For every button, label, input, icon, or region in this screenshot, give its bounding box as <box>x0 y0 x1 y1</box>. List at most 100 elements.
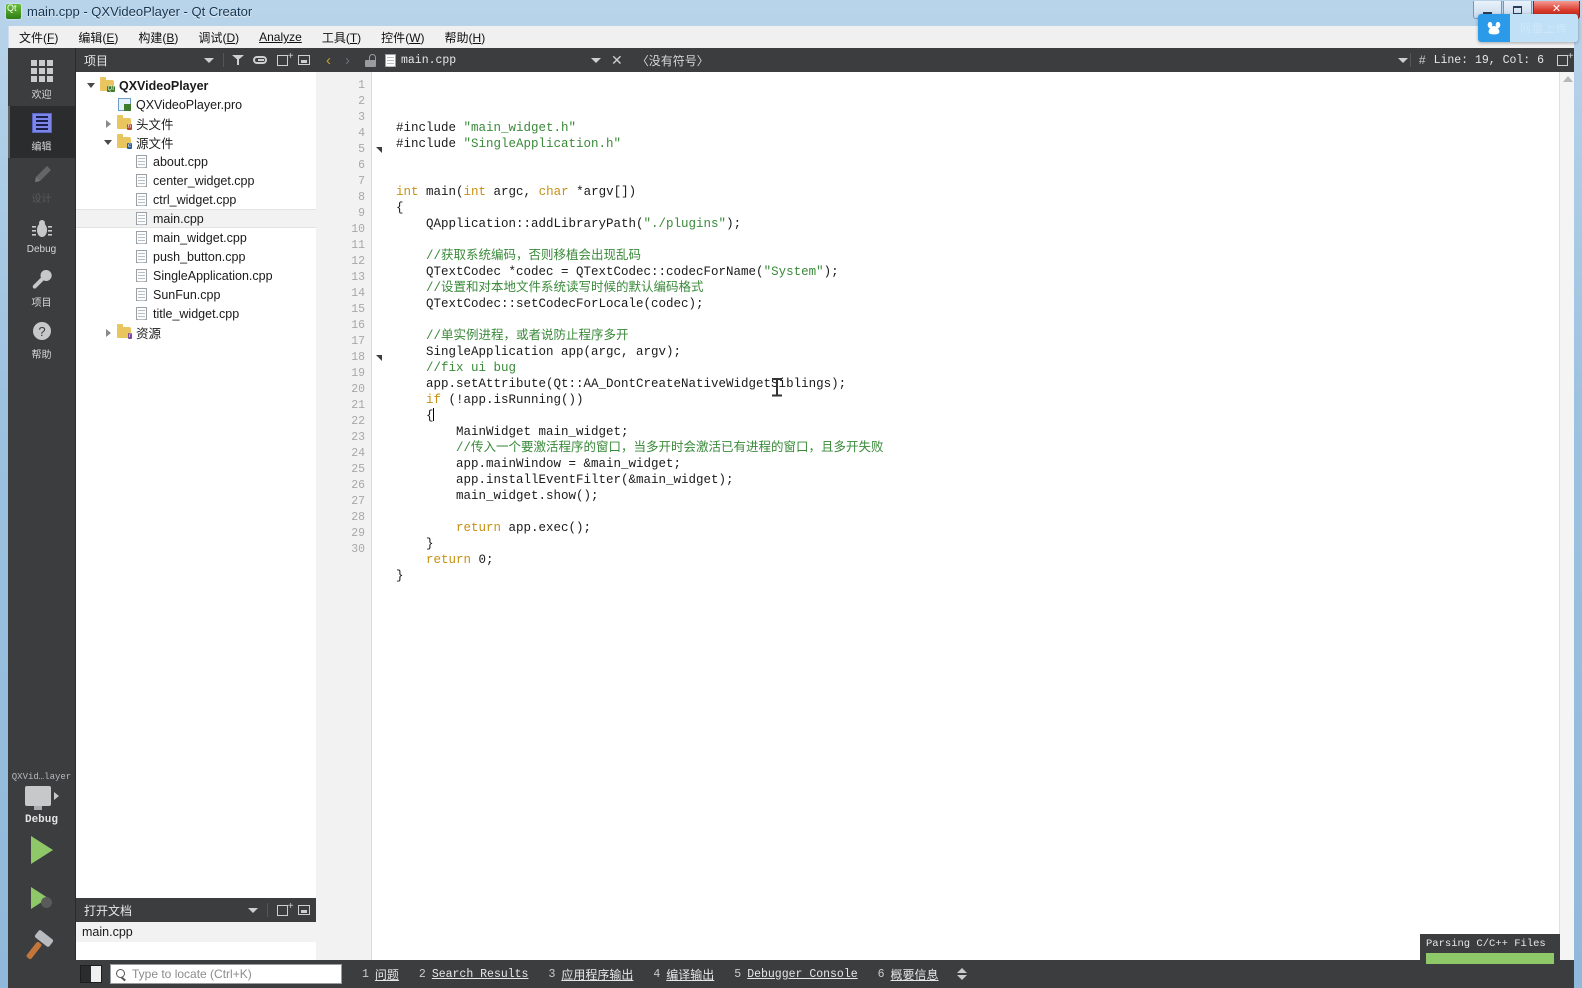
fold-marker[interactable] <box>372 350 386 366</box>
mode-projects[interactable]: 项目 <box>8 262 75 314</box>
fold-marker[interactable] <box>372 206 386 222</box>
fold-marker[interactable] <box>372 142 386 158</box>
fold-marker[interactable] <box>372 446 386 462</box>
fold-marker[interactable] <box>372 334 386 350</box>
chevron-down-icon[interactable] <box>591 57 601 63</box>
fold-marker[interactable] <box>372 542 386 558</box>
code-view[interactable]: 1 2 3 4 5 6 7 8 9 10 11 12 13 14 15 16 17 18 19 20 21 22 23 24 2… <box>316 72 1574 980</box>
output-pane-button[interactable]: 5 Debugger Console <box>724 968 867 981</box>
filter-icon[interactable] <box>230 52 246 68</box>
updown-arrows-icon[interactable] <box>956 968 967 980</box>
fold-marker[interactable] <box>372 318 386 334</box>
menu-debug[interactable]: 调试(D) <box>188 27 249 48</box>
source-code[interactable]: #include "main_widget.h" #include "Single… <box>386 72 1559 980</box>
mode-projects-label: 项目 <box>31 298 52 309</box>
fold-marker[interactable] <box>372 526 386 542</box>
fold-marker[interactable] <box>372 254 386 270</box>
output-pane-button[interactable]: 4 编译输出 <box>643 966 724 983</box>
output-pane-button[interactable]: 2 Search Results <box>409 968 539 981</box>
fold-marker[interactable] <box>372 414 386 430</box>
menu-tools[interactable]: 工具(T) <box>312 27 371 48</box>
fold-marker[interactable] <box>372 478 386 494</box>
fold-marker[interactable] <box>372 110 386 126</box>
editor-document-selector[interactable]: main.cpp <box>385 53 585 67</box>
tree-twisty[interactable] <box>101 140 115 145</box>
kit-selector[interactable]: QXVid…layer Debug <box>8 772 75 980</box>
tree-item[interactable]: main_widget.cpp <box>76 228 316 247</box>
fold-marker[interactable] <box>372 190 386 206</box>
chevron-down-icon[interactable] <box>245 902 261 918</box>
locator-input[interactable]: Type to locate (Ctrl+K) <box>110 964 342 984</box>
fold-marker[interactable] <box>372 366 386 382</box>
output-pane-button[interactable]: 3 应用程序输出 <box>538 966 643 983</box>
fold-marker-column[interactable] <box>372 72 386 980</box>
output-pane-button[interactable]: 1 问题 <box>352 966 409 983</box>
fold-marker[interactable] <box>372 494 386 510</box>
menu-file[interactable]: 文件(F) <box>9 27 68 48</box>
split-icon[interactable] <box>274 901 293 918</box>
link-icon[interactable] <box>252 52 268 68</box>
menu-analyze[interactable]: Analyze <box>249 28 312 46</box>
debug-button[interactable] <box>8 874 75 922</box>
menu-widgets[interactable]: 控件(W) <box>371 27 434 48</box>
fold-marker[interactable] <box>372 270 386 286</box>
tree-twisty[interactable] <box>101 328 115 337</box>
toggle-sidebar-icon[interactable] <box>80 965 102 983</box>
line-col-indicator[interactable]: Line: 19, Col: 6 <box>1434 54 1552 67</box>
fold-marker[interactable] <box>372 510 386 526</box>
fold-marker[interactable] <box>372 126 386 142</box>
project-tree[interactable]: Qt QXVideoPlayer QXVideoPlayer.pro h 头文件 c 源文件… <box>76 72 316 898</box>
tree-twisty[interactable] <box>101 119 115 128</box>
collapse-icon[interactable] <box>296 902 312 918</box>
tree-item[interactable]: r 资源 <box>76 323 316 342</box>
fold-marker[interactable] <box>372 302 386 318</box>
unlocked-icon[interactable] <box>364 53 377 67</box>
tree-item[interactable]: push_button.cpp <box>76 247 316 266</box>
run-button[interactable] <box>8 826 75 874</box>
menu-edit[interactable]: 编辑(E) <box>68 27 128 48</box>
mode-debug[interactable]: Debug <box>8 210 75 262</box>
tree-item[interactable]: title_widget.cpp <box>76 304 316 323</box>
collapse-icon[interactable] <box>296 52 312 68</box>
fold-marker[interactable] <box>372 94 386 110</box>
split-icon[interactable] <box>1554 51 1573 68</box>
tree-item[interactable]: about.cpp <box>76 152 316 171</box>
tree-item[interactable]: QXVideoPlayer.pro <box>76 95 316 114</box>
mode-edit[interactable]: 编辑 <box>8 106 75 158</box>
fold-marker[interactable] <box>372 398 386 414</box>
tree-item[interactable]: c 源文件 <box>76 133 316 152</box>
tree-item[interactable]: center_widget.cpp <box>76 171 316 190</box>
menu-build[interactable]: 构建(B) <box>128 27 188 48</box>
netdisk-float-widget[interactable]: 网盘上传 <box>1478 14 1578 42</box>
fold-marker[interactable] <box>372 286 386 302</box>
tree-item[interactable]: h 头文件 <box>76 114 316 133</box>
mode-welcome[interactable]: 欢迎 <box>8 54 75 106</box>
symbol-selector[interactable]: 〈没有符号〉 <box>633 52 709 69</box>
close-icon[interactable]: ✕ <box>603 53 631 67</box>
tree-item[interactable]: main.cpp <box>76 209 316 228</box>
fold-marker[interactable] <box>372 430 386 446</box>
editor-vertical-scrollbar[interactable] <box>1559 72 1574 980</box>
tree-item[interactable]: SingleApplication.cpp <box>76 266 316 285</box>
fold-marker[interactable] <box>372 222 386 238</box>
tree-item[interactable]: SunFun.cpp <box>76 285 316 304</box>
tree-item[interactable]: Qt QXVideoPlayer <box>76 76 316 95</box>
fold-marker[interactable] <box>372 238 386 254</box>
chevron-down-icon[interactable] <box>201 52 217 68</box>
fold-marker[interactable] <box>372 78 386 94</box>
fold-marker[interactable] <box>372 174 386 190</box>
open-document-item[interactable]: main.cpp <box>76 922 316 942</box>
nav-forward-icon[interactable]: › <box>339 53 356 68</box>
symbol-chevron-down-icon[interactable] <box>1397 57 1408 63</box>
mode-help[interactable]: ? 帮助 <box>8 314 75 366</box>
split-icon[interactable] <box>274 51 293 68</box>
tree-item[interactable]: ctrl_widget.cpp <box>76 190 316 209</box>
menu-help[interactable]: 帮助(H) <box>435 27 496 48</box>
output-pane-button[interactable]: 6 概要信息 <box>868 966 949 983</box>
nav-back-icon[interactable]: ‹ <box>320 53 337 68</box>
fold-marker[interactable] <box>372 158 386 174</box>
fold-marker[interactable] <box>372 462 386 478</box>
fold-marker[interactable] <box>372 382 386 398</box>
kit-target-row[interactable] <box>8 786 75 810</box>
tree-twisty[interactable] <box>84 83 98 88</box>
